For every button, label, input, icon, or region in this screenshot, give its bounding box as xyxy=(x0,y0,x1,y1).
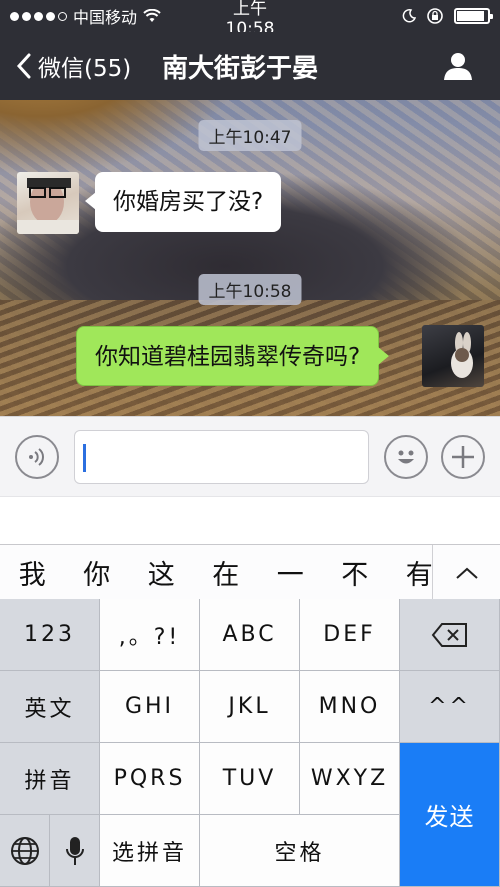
space-key[interactable]: 空格 xyxy=(200,815,400,887)
signal-strength-icon xyxy=(10,11,67,21)
candidate-word[interactable]: 你 xyxy=(65,553,130,592)
smiley-icon xyxy=(398,450,414,464)
more-functions-button[interactable] xyxy=(441,435,485,479)
text-cursor xyxy=(83,444,86,472)
navigation-bar: 微信(55) 南大街彭于晏 xyxy=(0,32,500,100)
message-input-bar xyxy=(0,416,500,496)
message-text-field[interactable] xyxy=(74,430,369,484)
moon-icon xyxy=(402,9,416,23)
microphone-icon xyxy=(65,836,84,865)
globe-icon xyxy=(10,836,39,865)
chevron-up-icon xyxy=(455,567,478,579)
plus-icon xyxy=(452,446,474,468)
voice-icon xyxy=(29,448,44,466)
globe-key[interactable] xyxy=(0,815,50,887)
key-punctuation[interactable]: ,。?! xyxy=(100,599,200,671)
key-def[interactable]: DEF xyxy=(300,599,400,671)
key-jkl[interactable]: JKL xyxy=(200,671,300,743)
key-numbers[interactable]: 123 xyxy=(0,599,100,671)
keyboard-spacer xyxy=(0,496,500,544)
candidate-word[interactable]: 在 xyxy=(194,553,259,592)
voice-input-button[interactable] xyxy=(15,435,59,479)
message-timestamp: 上午10:58 xyxy=(198,274,302,305)
back-button[interactable]: 微信(55) xyxy=(0,49,150,83)
carrier-name: 中国移动 xyxy=(73,8,138,27)
expand-candidates-button[interactable] xyxy=(432,545,500,600)
chat-title: 南大街彭于晏 xyxy=(162,53,319,84)
key-wxyz[interactable]: WXYZ xyxy=(300,743,400,815)
key-pqrs[interactable]: PQRS xyxy=(100,743,200,815)
person-icon xyxy=(444,53,472,80)
candidate-word[interactable]: 我 xyxy=(0,553,65,592)
outgoing-message-bubble[interactable]: 你知道碧桂园翡翠传奇吗? xyxy=(76,326,390,386)
key-pinyin[interactable]: 拼音 xyxy=(0,743,100,815)
rotation-lock-icon xyxy=(427,8,443,24)
incoming-message-bubble[interactable]: 你婚房买了没? xyxy=(84,172,282,232)
status-bar: 中国移动 上午10:58 xyxy=(0,0,500,39)
candidate-bar: 我 你 这 在 一 不 有 xyxy=(0,544,500,600)
key-english[interactable]: 英文 xyxy=(0,671,100,743)
chat-profile-button[interactable] xyxy=(428,36,488,96)
key-abc[interactable]: ABC xyxy=(200,599,300,671)
back-label: 微信(55) xyxy=(38,56,132,82)
my-avatar[interactable] xyxy=(422,325,484,387)
contact-avatar[interactable] xyxy=(17,172,79,234)
candidate-word[interactable]: 不 xyxy=(323,553,388,592)
battery-icon xyxy=(454,8,493,24)
key-tuv[interactable]: TUV xyxy=(200,743,300,815)
key-ghi[interactable]: GHI xyxy=(100,671,200,743)
wifi-icon xyxy=(143,9,161,22)
candidate-word[interactable]: 一 xyxy=(258,553,323,592)
chevron-left-icon xyxy=(16,53,31,79)
delete-key[interactable] xyxy=(400,599,500,671)
emoji-button[interactable] xyxy=(384,435,428,479)
backspace-icon xyxy=(431,622,467,647)
pinyin-keyboard: 123 ,。?! ABC DEF 英文 GHI JKL MNO ^^ 拼音 PQ… xyxy=(0,599,500,887)
key-mno[interactable]: MNO xyxy=(300,671,400,743)
key-select-pinyin[interactable]: 选拼音 xyxy=(100,815,200,887)
candidate-word[interactable]: 这 xyxy=(129,553,194,592)
send-key[interactable]: 发送 xyxy=(400,743,500,887)
key-emoticon[interactable]: ^^ xyxy=(400,671,500,743)
message-timestamp: 上午10:47 xyxy=(198,120,302,151)
dictation-key[interactable] xyxy=(50,815,100,887)
